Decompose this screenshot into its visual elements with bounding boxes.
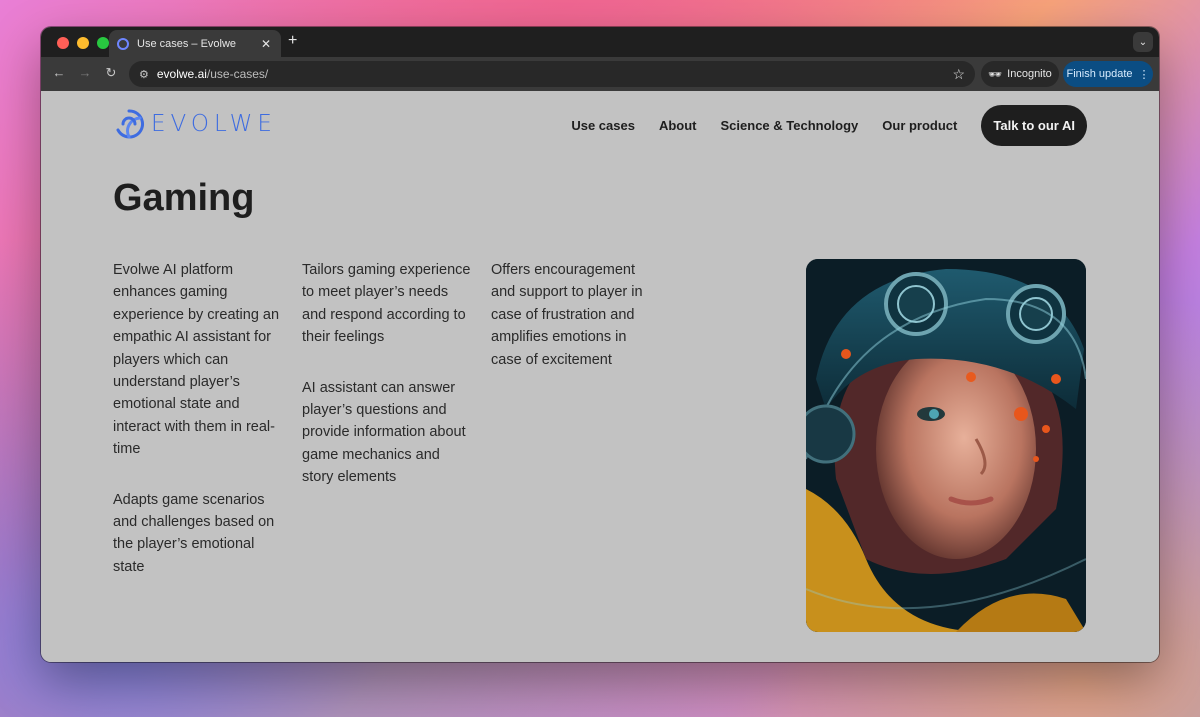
evolwe-logo-icon	[116, 109, 145, 139]
forward-arrow-icon[interactable]: →	[77, 65, 93, 80]
incognito-label: Incognito	[1007, 68, 1052, 80]
close-tab-icon[interactable]: ✕	[259, 37, 273, 51]
feature-text: Evolwe AI platform enhances gaming exper…	[113, 262, 280, 458]
minimize-window-button[interactable]	[77, 37, 89, 49]
finish-update-button[interactable]: Finish update ⋮	[1063, 61, 1153, 87]
url-text[interactable]: evolwe.ai/use-cases/	[157, 67, 953, 81]
new-tab-button[interactable]: +	[288, 32, 297, 50]
feature-text: Offers encouragement and support to play…	[491, 262, 643, 368]
url-host: evolwe.ai	[156, 67, 207, 81]
gaming-hero-image	[806, 259, 1086, 632]
logo-text: EVOLWE	[151, 111, 277, 137]
evolwe-logo[interactable]: EVOLWE	[113, 108, 277, 140]
close-window-button[interactable]	[57, 37, 69, 49]
feature-column-3: Offers encouragement and support to play…	[491, 259, 661, 399]
feature-text: Adapts game scenarios and challenges bas…	[113, 491, 275, 575]
evolwe-favicon-icon	[117, 37, 129, 50]
incognito-indicator[interactable]: 🕶 Incognito	[981, 61, 1059, 87]
tab-strip: Use cases – Evolwe ✕ + ⌄	[41, 27, 1159, 57]
maximize-window-button[interactable]	[97, 37, 109, 49]
nav-about[interactable]: About	[659, 118, 697, 133]
url-path: /use-cases/	[206, 67, 269, 81]
back-arrow-icon[interactable]: ←	[51, 65, 67, 80]
nav-science-technology[interactable]: Science & Technology	[721, 118, 859, 133]
feature-column-2: Tailors gaming experience to meet player…	[302, 259, 472, 517]
more-menu-icon: ⋮	[1138, 68, 1150, 81]
address-bar[interactable]: ⚙ evolwe.ai/use-cases/ ☆	[129, 61, 975, 87]
reload-icon[interactable]: ↻	[103, 65, 119, 81]
nav-use-cases[interactable]: Use cases	[571, 118, 635, 133]
page-title: Gaming	[113, 177, 255, 219]
talk-to-ai-button[interactable]: Talk to our AI	[981, 105, 1087, 146]
feature-text: AI assistant can answer player’s questio…	[302, 379, 466, 486]
bookmark-star-icon[interactable]: ☆	[952, 66, 965, 83]
nav-our-product[interactable]: Our product	[882, 118, 957, 133]
incognito-icon: 🕶	[988, 68, 1003, 81]
browser-tab[interactable]: Use cases – Evolwe ✕	[109, 30, 281, 57]
tab-title: Use cases – Evolwe	[137, 37, 237, 50]
site-settings-icon[interactable]: ⚙	[139, 68, 149, 81]
browser-window: Use cases – Evolwe ✕ + ⌄ ← → ↻ ⚙ evolwe.…	[41, 27, 1159, 662]
feature-text: Tailors gaming experience to meet player…	[302, 262, 471, 346]
browser-toolbar: ← → ↻ ⚙ evolwe.ai/use-cases/ ☆ 🕶 Incogni…	[41, 57, 1159, 91]
window-controls	[57, 37, 109, 49]
astronaut-girl-illustration	[806, 259, 1086, 632]
finish-update-label: Finish update	[1066, 68, 1133, 80]
tab-search-chevron-icon[interactable]: ⌄	[1133, 32, 1153, 52]
web-page: EVOLWE Use cases About Science & Technol…	[41, 91, 1159, 662]
feature-column-1: Evolwe AI platform enhances gaming exper…	[113, 259, 283, 606]
main-nav: Use cases About Science & Technology Our…	[547, 105, 1087, 146]
